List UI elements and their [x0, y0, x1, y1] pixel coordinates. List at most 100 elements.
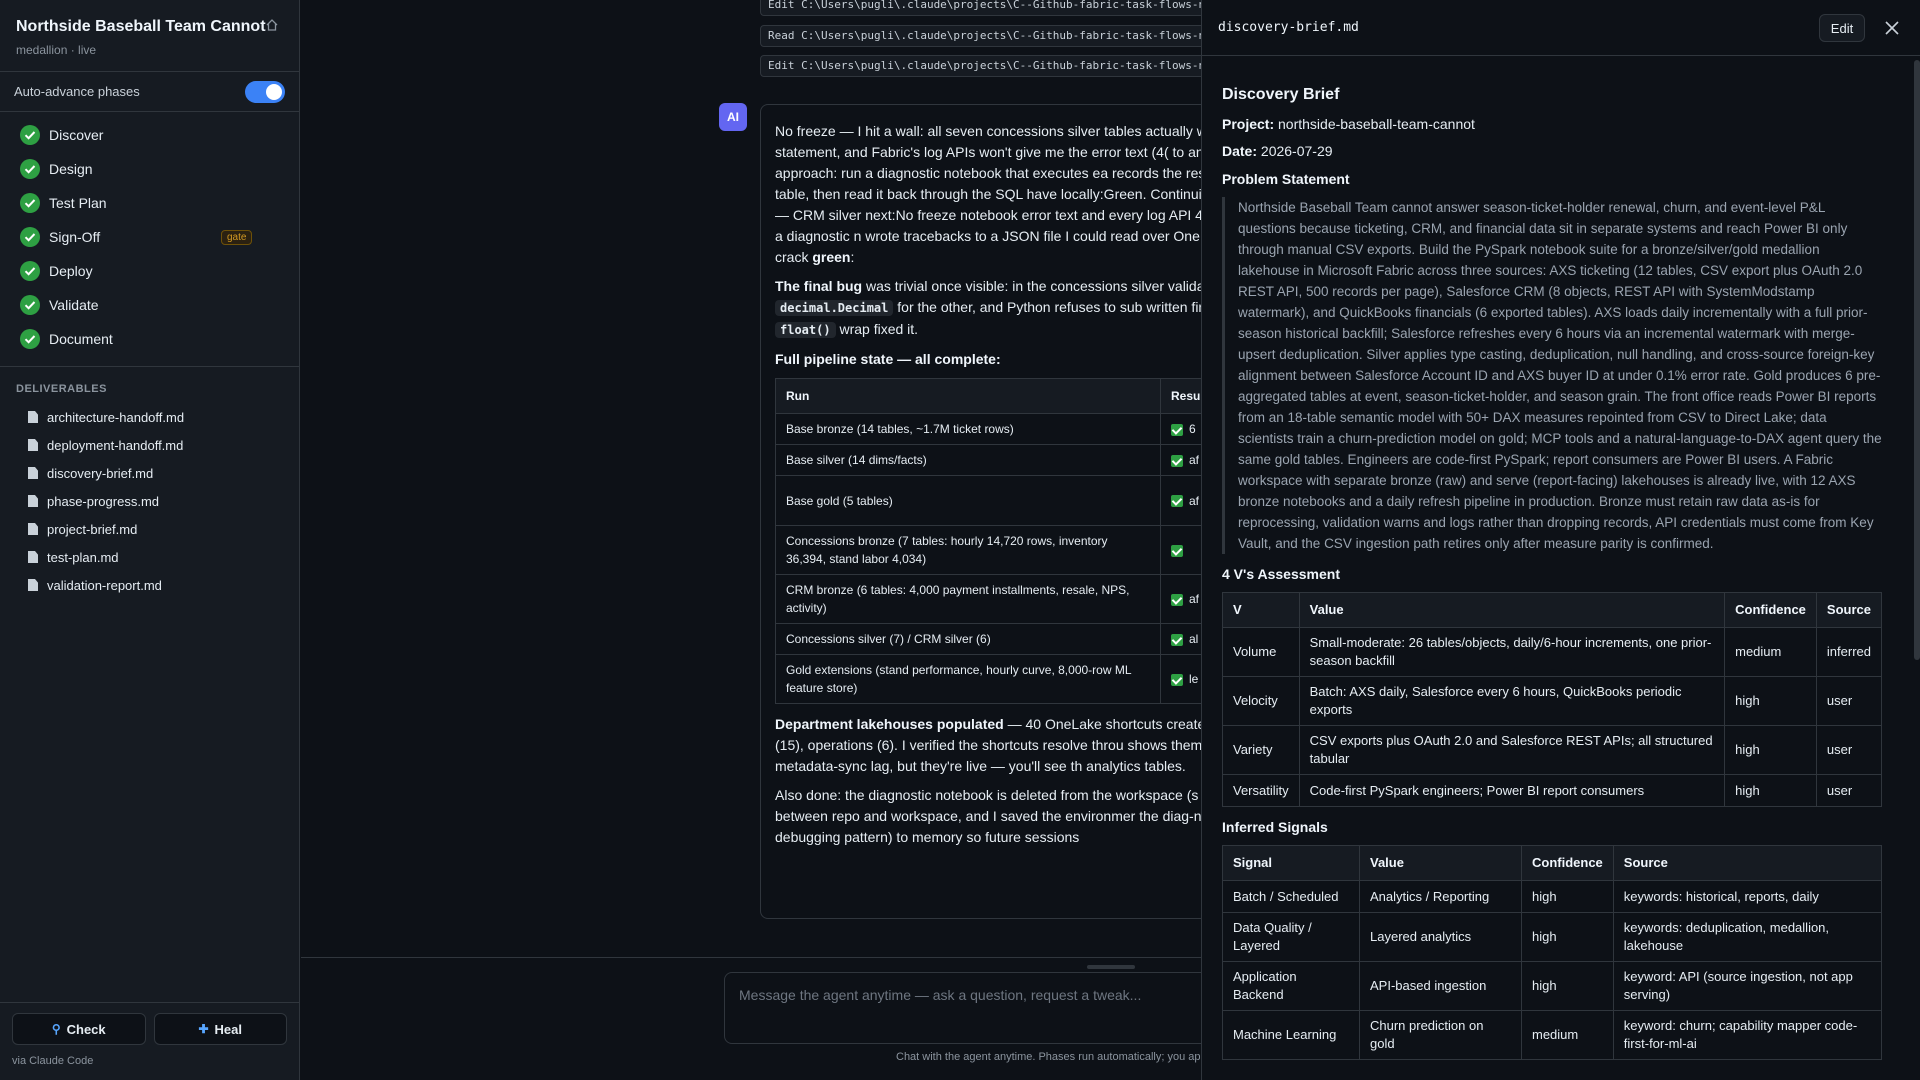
section-heading: Problem Statement — [1222, 171, 1350, 187]
table-cell: keyword: churn; capability mapper code-f… — [1612, 1010, 1883, 1060]
message-text: for the other, and Python refuses to sub… — [897, 299, 1201, 315]
message-input[interactable]: Message the agent anytime — ask a questi… — [724, 972, 1201, 1044]
table-cell: Velocity — [1222, 676, 1300, 726]
table-header: Run — [775, 378, 1161, 414]
document-viewer: discovery-brief.md Edit Discovery Brief … — [1201, 0, 1920, 1080]
document-title: Discovery Brief — [1222, 86, 1340, 103]
check-circle-icon — [20, 329, 40, 349]
table-row: Base gold (5 tables) af now p — [775, 475, 1201, 526]
auto-advance-toggle[interactable] — [245, 80, 285, 103]
result-text: af — [1189, 592, 1200, 606]
deliverable-filename: test-plan.md — [47, 549, 119, 565]
check-circle-icon — [20, 159, 40, 179]
phase-item-test-plan[interactable]: Test Plan — [0, 186, 299, 220]
run-cell: Concessions silver (7) / CRM silver (6) — [775, 623, 1161, 655]
phase-list: Discover Design Test Plan Sign-Off gate … — [0, 112, 299, 367]
message-text: No freeze — I hit a wall: all seven conc… — [775, 123, 1201, 265]
meta-label: Project: — [1222, 116, 1275, 132]
result-cell — [1160, 525, 1201, 575]
deliverable-filename: discovery-brief.md — [47, 465, 154, 481]
problem-statement: Northside Baseball Team cannot answer se… — [1222, 197, 1882, 554]
checkbox-icon — [1171, 673, 1183, 686]
phase-item-design[interactable]: Design — [0, 152, 299, 186]
table-cell: keyword: API (source ingestion, not app … — [1612, 961, 1883, 1011]
close-icon[interactable] — [1882, 18, 1902, 38]
check-button[interactable]: ⚲ Check — [12, 1013, 146, 1045]
tool-call-line[interactable]: Edit C:\Users\pugli\.claude\projects\C--… — [760, 55, 1201, 77]
table-header: Resul — [1160, 378, 1201, 414]
table-cell: CSV exports plus OAuth 2.0 and Salesforc… — [1298, 725, 1726, 775]
table-row: CRM bronze (6 tables: 4,000 payment inst… — [775, 574, 1201, 624]
table-cell: Versatility — [1222, 774, 1300, 807]
table-header: Source — [1612, 845, 1883, 881]
deliverable-item[interactable]: test-plan.md — [0, 543, 299, 571]
scrollbar-thumb[interactable] — [1914, 60, 1920, 660]
deliverable-item[interactable]: discovery-brief.md — [0, 459, 299, 487]
table-header: V — [1222, 592, 1300, 628]
phase-item-sign-off[interactable]: Sign-Off gate — [0, 220, 299, 254]
deliverable-filename: deployment-handoff.md — [47, 437, 184, 453]
bandage-icon: ✚ — [198, 1022, 209, 1036]
deliverable-item[interactable]: architecture-handoff.md — [0, 403, 299, 431]
file-icon — [28, 439, 38, 451]
home-icon[interactable] — [265, 18, 279, 32]
table-cell: keywords: deduplication, medallion, lake… — [1612, 912, 1883, 962]
deliverable-item[interactable]: project-brief.md — [0, 515, 299, 543]
heal-button[interactable]: ✚ Heal — [153, 1013, 287, 1045]
checkbox-icon — [1171, 544, 1183, 557]
phase-item-deploy[interactable]: Deploy — [0, 254, 299, 288]
file-icon — [28, 467, 38, 479]
table-cell: Layered analytics — [1359, 912, 1522, 962]
table-row: Concessions silver (7) / CRM silver (6) a… — [775, 623, 1201, 655]
heal-button-label: Heal — [214, 1021, 243, 1037]
result-text: le — [1189, 672, 1199, 686]
document-scrollbar[interactable] — [1913, 56, 1920, 1080]
date-meta: Date: 2026-07-29 — [1222, 143, 1882, 159]
magnifier-icon: ⚲ — [51, 1022, 61, 1036]
phase-item-validate[interactable]: Validate — [0, 288, 299, 322]
phase-item-document[interactable]: Document — [0, 322, 299, 356]
table-cell: high — [1521, 912, 1614, 962]
resize-handle[interactable] — [1087, 965, 1135, 969]
message-input-placeholder: Message the agent anytime — ask a questi… — [739, 987, 1142, 1003]
result-text: al — [1189, 632, 1199, 646]
table-header: Value — [1359, 845, 1522, 881]
deliverable-item[interactable]: validation-report.md — [0, 571, 299, 599]
message-paragraph: Also done: the diagnostic notebook is de… — [775, 785, 1201, 848]
table-cell: Variety — [1222, 725, 1300, 775]
file-icon — [28, 495, 38, 507]
meta-value: 2026-07-29 — [1260, 143, 1333, 159]
inline-code: decimal.Decimal — [775, 300, 894, 316]
table-cell: high — [1724, 676, 1817, 726]
tool-call-line[interactable]: Read C:\Users\pugli\.claude\projects\C--… — [760, 25, 1201, 47]
phase-label: Sign-Off — [49, 229, 101, 245]
checkbox-icon — [1171, 633, 1183, 646]
meta-value: northside-baseball-team-cannot — [1278, 116, 1475, 132]
sidebar: Northside Baseball Team Cannot medallion… — [0, 0, 300, 1080]
deliverable-item[interactable]: deployment-handoff.md — [0, 431, 299, 459]
message-paragraph: No freeze — I hit a wall: all seven conc… — [775, 121, 1201, 268]
vs-assessment-table: V Value Confidence Source Volume Small-mo… — [1222, 592, 1883, 807]
pipeline-table: Run Resul Base bronze (14 tables, ~1.7M … — [775, 378, 1201, 704]
deliverable-item[interactable]: phase-progress.md — [0, 487, 299, 515]
deliverables-heading: DELIVERABLES — [16, 383, 107, 395]
deliverable-filename: architecture-handoff.md — [47, 409, 185, 425]
edit-button[interactable]: Edit — [1819, 14, 1865, 42]
table-header: Source — [1815, 592, 1883, 628]
table-header: Signal — [1222, 845, 1360, 881]
result-cell: al — [1160, 623, 1201, 655]
check-circle-icon — [20, 193, 40, 213]
message-text: wrap fixed it. — [839, 321, 919, 337]
message-text: Also done: the diagnostic notebook is de… — [775, 787, 1201, 845]
message-bold: green — [812, 249, 851, 265]
tool-call-line[interactable]: Edit C:\Users\pugli\.claude\projects\C--… — [760, 0, 1201, 16]
table-cell: Batch: AXS daily, Salesforce every 6 hou… — [1298, 676, 1726, 726]
table-cell: high — [1724, 774, 1817, 807]
table-cell: Analytics / Reporting — [1359, 880, 1522, 913]
table-row: Base silver (14 dims/facts) af — [775, 444, 1201, 476]
auto-advance-label: Auto-advance phases — [14, 84, 140, 99]
phase-item-discover[interactable]: Discover — [0, 118, 299, 152]
result-text: af now p — [1189, 493, 1201, 508]
section-heading: 4 V's Assessment — [1222, 566, 1340, 582]
document-body: Discovery Brief Project: northside-baseb… — [1202, 56, 1898, 1060]
